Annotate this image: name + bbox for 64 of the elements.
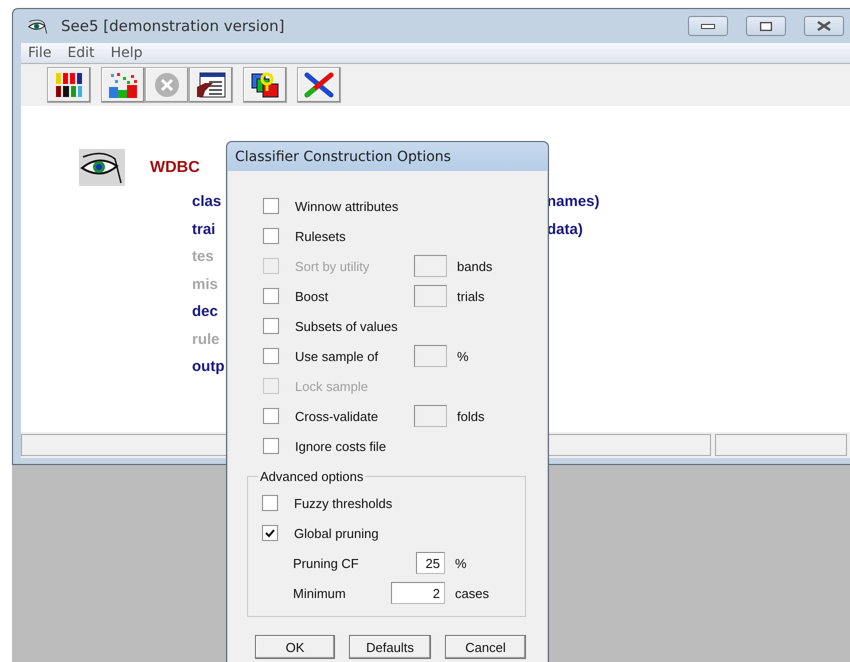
number-grid-icon bbox=[53, 71, 85, 99]
option-label: Ignore costs file bbox=[295, 438, 386, 454]
input-field[interactable] bbox=[414, 255, 447, 277]
option-label: Winnow attributes bbox=[295, 198, 398, 214]
app-eye-icon bbox=[27, 18, 49, 34]
minimize-button[interactable] bbox=[688, 16, 728, 36]
file-link[interactable]: names) bbox=[547, 192, 850, 212]
eye-icon bbox=[79, 149, 125, 186]
project-name: WDBC bbox=[150, 158, 200, 176]
toolbar-button[interactable] bbox=[243, 67, 287, 103]
checkbox[interactable] bbox=[262, 495, 278, 511]
input-field[interactable] bbox=[414, 285, 447, 307]
option-label: Subsets of values bbox=[295, 318, 398, 334]
unit-label: folds bbox=[457, 408, 484, 424]
option-label: Boost bbox=[295, 288, 330, 304]
input-field[interactable] bbox=[414, 405, 447, 427]
report-icon bbox=[195, 71, 227, 99]
toolbar-button[interactable] bbox=[47, 67, 91, 103]
checkbox[interactable] bbox=[263, 408, 279, 424]
menu-item[interactable]: File bbox=[21, 45, 58, 61]
checkbox[interactable] bbox=[263, 318, 279, 334]
menu-item[interactable]: Help bbox=[104, 45, 150, 61]
checkbox[interactable] bbox=[262, 525, 278, 541]
crossed-sticks-icon bbox=[303, 71, 335, 99]
input-field[interactable] bbox=[414, 345, 447, 367]
checkbox[interactable] bbox=[263, 228, 279, 244]
dialog-button[interactable]: OK bbox=[255, 635, 335, 659]
field-label: Minimum bbox=[293, 586, 347, 600]
unit-label: trials bbox=[457, 288, 484, 304]
checkbox[interactable] bbox=[263, 438, 279, 454]
maximize-button[interactable] bbox=[746, 16, 786, 36]
dialog-button[interactable]: Cancel bbox=[445, 635, 526, 659]
option-label: Sort by utility bbox=[295, 258, 370, 274]
option-label: Global pruning bbox=[294, 526, 379, 540]
menu-item[interactable]: Edit bbox=[60, 45, 102, 61]
scatter-bars-icon bbox=[107, 71, 139, 99]
check-icon bbox=[265, 528, 275, 538]
group-title: Advanced options bbox=[259, 469, 364, 484]
dialog-button[interactable]: Defaults bbox=[349, 635, 431, 659]
checkbox[interactable] bbox=[263, 288, 279, 304]
checkbox[interactable] bbox=[263, 348, 279, 364]
query-windows-icon bbox=[249, 71, 281, 99]
minimize-icon bbox=[701, 24, 715, 28]
unit-label: bands bbox=[457, 258, 492, 274]
toolbar-button[interactable] bbox=[297, 67, 341, 103]
toolbar-button[interactable] bbox=[189, 67, 233, 103]
unit-label: % bbox=[457, 348, 469, 364]
file-link[interactable]: data) bbox=[547, 220, 850, 240]
close-icon bbox=[817, 21, 831, 31]
maximize-icon bbox=[760, 22, 772, 30]
input-field[interactable]: 25 bbox=[416, 552, 445, 574]
close-button[interactable] bbox=[804, 16, 844, 36]
unit-label: cases bbox=[455, 586, 489, 600]
field-label: Pruning CF bbox=[293, 556, 360, 570]
option-label: Use sample of bbox=[295, 348, 380, 364]
window-title: See5 [demonstration version] bbox=[61, 17, 286, 35]
option-label: Fuzzy thresholds bbox=[294, 496, 392, 510]
dialog-title: Classifier Construction Options bbox=[227, 142, 548, 171]
option-label: Lock sample bbox=[295, 378, 368, 394]
unit-label: % bbox=[455, 556, 467, 570]
option-label: Cross-validate bbox=[295, 408, 380, 424]
checkbox[interactable] bbox=[263, 198, 279, 214]
option-label: Rulesets bbox=[295, 228, 346, 244]
input-field[interactable]: 2 bbox=[391, 582, 445, 604]
